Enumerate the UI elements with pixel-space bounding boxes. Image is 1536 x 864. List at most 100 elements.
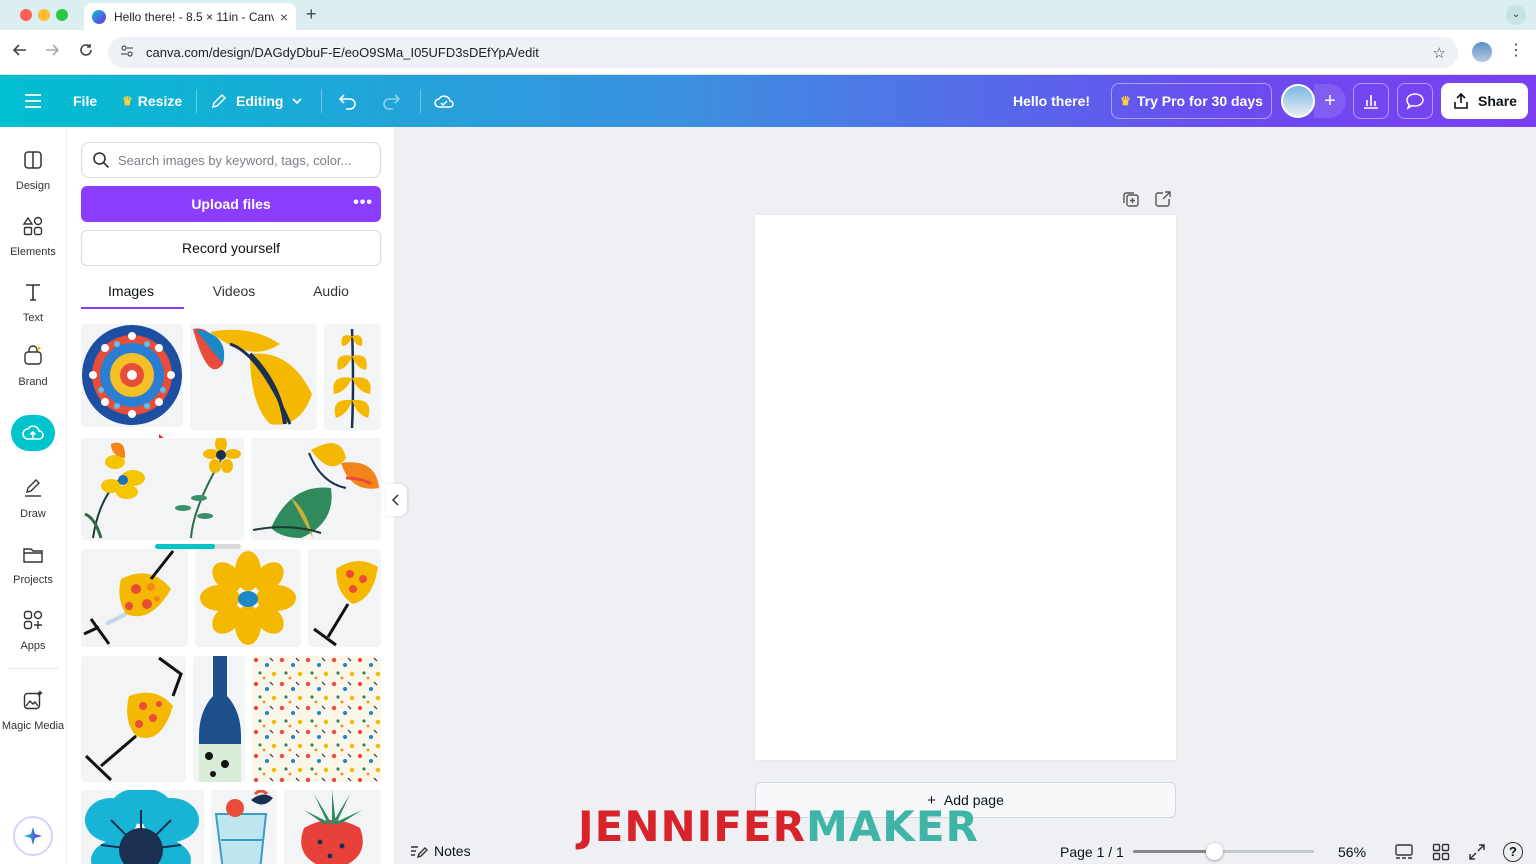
browser-menu-icon[interactable]: ⋮ xyxy=(1508,40,1524,60)
try-pro-button[interactable]: ♛ Try Pro for 30 days xyxy=(1111,83,1272,119)
editing-mode-button[interactable]: Editing xyxy=(210,75,303,127)
main-menu-icon[interactable] xyxy=(24,75,42,127)
sparkle-icon xyxy=(24,827,42,845)
image-thumbnail-fern[interactable] xyxy=(324,324,381,430)
address-bar[interactable]: canva.com/design/DAGdyDbuF-E/eoO9SMa_I05… xyxy=(108,37,1458,68)
rail-item-projects[interactable]: Projects xyxy=(0,543,66,586)
add-collaborator-button[interactable]: + xyxy=(1314,84,1346,118)
blue-flower-image xyxy=(85,790,199,864)
more-options-icon[interactable]: ••• xyxy=(353,194,373,212)
zoom-slider[interactable] xyxy=(1133,843,1314,860)
tab-images[interactable]: Images xyxy=(81,283,181,299)
comments-button[interactable] xyxy=(1397,83,1433,119)
image-thumbnail-yellow-flower[interactable] xyxy=(195,549,301,647)
image-thumbnail-pattern[interactable] xyxy=(252,656,381,782)
browser-tab-bar: Hello there! - 8.5 × 11in - Canva × + ⌄ xyxy=(0,0,1536,30)
image-thumbnail-wine-glass[interactable] xyxy=(308,549,381,647)
browser-tab-title: Hello there! - 8.5 × 11in - Canva xyxy=(114,9,274,24)
mandala-image xyxy=(82,325,182,425)
forward-arrow-icon[interactable] xyxy=(44,42,60,63)
uploads-search-input[interactable] xyxy=(118,152,368,168)
redo-button[interactable] xyxy=(381,75,401,127)
try-pro-label: Try Pro for 30 days xyxy=(1136,93,1263,109)
undo-button[interactable] xyxy=(338,75,358,127)
image-thumbnail-bottle[interactable] xyxy=(193,656,245,782)
page-view-button[interactable] xyxy=(1394,842,1414,862)
fullscreen-button[interactable] xyxy=(1467,842,1487,862)
rail-label: Magic Media xyxy=(1,720,65,732)
flowers-image xyxy=(84,438,241,539)
zoom-level[interactable]: 56% xyxy=(1338,844,1366,860)
design-page-canvas[interactable] xyxy=(755,215,1176,760)
tulip-image xyxy=(252,443,379,538)
file-menu-button[interactable]: File xyxy=(73,75,97,127)
image-thumbnail-blue-flower[interactable] xyxy=(81,790,204,864)
user-avatar[interactable] xyxy=(1281,84,1315,118)
design-icon xyxy=(24,151,42,169)
notes-button[interactable]: Notes xyxy=(410,843,471,859)
duplicate-page-button[interactable] xyxy=(1122,190,1140,208)
image-thumbnail-strawberry[interactable] xyxy=(284,790,381,864)
rail-item-magic-media[interactable]: Magic Media xyxy=(0,689,66,732)
canva-assistant-button[interactable] xyxy=(13,816,53,856)
rail-item-design[interactable]: Design xyxy=(0,149,66,192)
rail-item-brand[interactable]: Brand xyxy=(0,345,66,388)
window-minimize-dot[interactable] xyxy=(38,9,50,21)
canva-favicon-icon xyxy=(92,9,106,24)
confetti-pattern-image xyxy=(252,656,381,782)
uploads-search-box[interactable] xyxy=(81,142,381,178)
site-info-icon[interactable] xyxy=(120,44,134,61)
comment-icon xyxy=(1406,93,1424,110)
resize-button[interactable]: ♛ Resize xyxy=(122,75,182,127)
record-yourself-button[interactable]: Record yourself xyxy=(81,230,381,266)
browser-tab[interactable]: Hello there! - 8.5 × 11in - Canva × xyxy=(84,3,296,30)
duplicate-icon xyxy=(1123,192,1139,207)
browser-toolbar: canva.com/design/DAGdyDbuF-E/eoO9SMa_I05… xyxy=(0,30,1536,75)
bookmark-star-icon[interactable]: ☆ xyxy=(1433,44,1446,62)
rail-item-elements[interactable]: Elements xyxy=(0,215,66,258)
collapse-panel-button[interactable] xyxy=(385,484,407,516)
cloud-check-icon xyxy=(434,95,454,108)
upload-files-button[interactable]: Upload files ••• xyxy=(81,186,381,222)
rail-item-text[interactable]: Text xyxy=(0,281,66,324)
image-thumbnail-mandala[interactable] xyxy=(81,324,183,427)
tab-videos[interactable]: Videos xyxy=(184,283,284,299)
rail-divider xyxy=(8,668,58,669)
tab-search-button[interactable]: ⌄ xyxy=(1506,5,1526,25)
active-tab-indicator xyxy=(81,307,184,309)
rail-label: Apps xyxy=(20,640,46,652)
text-icon xyxy=(26,284,40,301)
grid-view-button[interactable] xyxy=(1431,842,1451,862)
brand-icon xyxy=(24,345,42,365)
editing-label: Editing xyxy=(236,93,284,109)
share-button[interactable]: Share xyxy=(1441,83,1528,119)
insights-button[interactable] xyxy=(1353,83,1389,119)
upload-files-label: Upload files xyxy=(191,196,271,212)
window-close-dot[interactable] xyxy=(20,9,32,21)
profile-avatar[interactable] xyxy=(1472,42,1492,62)
uploads-tabs: Images Videos Audio xyxy=(81,277,381,309)
back-arrow-icon[interactable] xyxy=(12,42,28,63)
chevron-down-icon xyxy=(292,98,303,105)
projects-icon xyxy=(23,548,43,563)
chevron-left-icon xyxy=(392,494,399,506)
rail-item-uploads[interactable] xyxy=(11,415,55,451)
image-thumbnail-cocktail[interactable] xyxy=(211,790,277,864)
close-tab-icon[interactable]: × xyxy=(280,9,288,25)
image-thumbnail-drink-glass[interactable] xyxy=(81,549,188,647)
reload-icon[interactable] xyxy=(78,42,94,63)
new-tab-button[interactable]: + xyxy=(306,4,317,25)
rail-item-apps[interactable]: Apps xyxy=(0,609,66,652)
window-zoom-dot[interactable] xyxy=(56,9,68,21)
image-thumbnail-drink-straw[interactable] xyxy=(81,656,186,782)
add-page-to-top-button[interactable] xyxy=(1154,190,1172,208)
image-thumbnail-flowers[interactable] xyxy=(81,438,244,540)
help-button[interactable]: ? xyxy=(1503,842,1523,862)
tab-audio[interactable]: Audio xyxy=(281,283,381,299)
design-title[interactable]: Hello there! xyxy=(1013,75,1090,127)
image-thumbnail-tulip[interactable] xyxy=(251,438,381,540)
image-thumbnail-leaves[interactable] xyxy=(190,324,317,430)
page-indicator[interactable]: Page 1 / 1 xyxy=(1060,844,1124,860)
rail-item-draw[interactable]: Draw xyxy=(0,477,66,520)
save-status-button[interactable] xyxy=(433,75,455,127)
